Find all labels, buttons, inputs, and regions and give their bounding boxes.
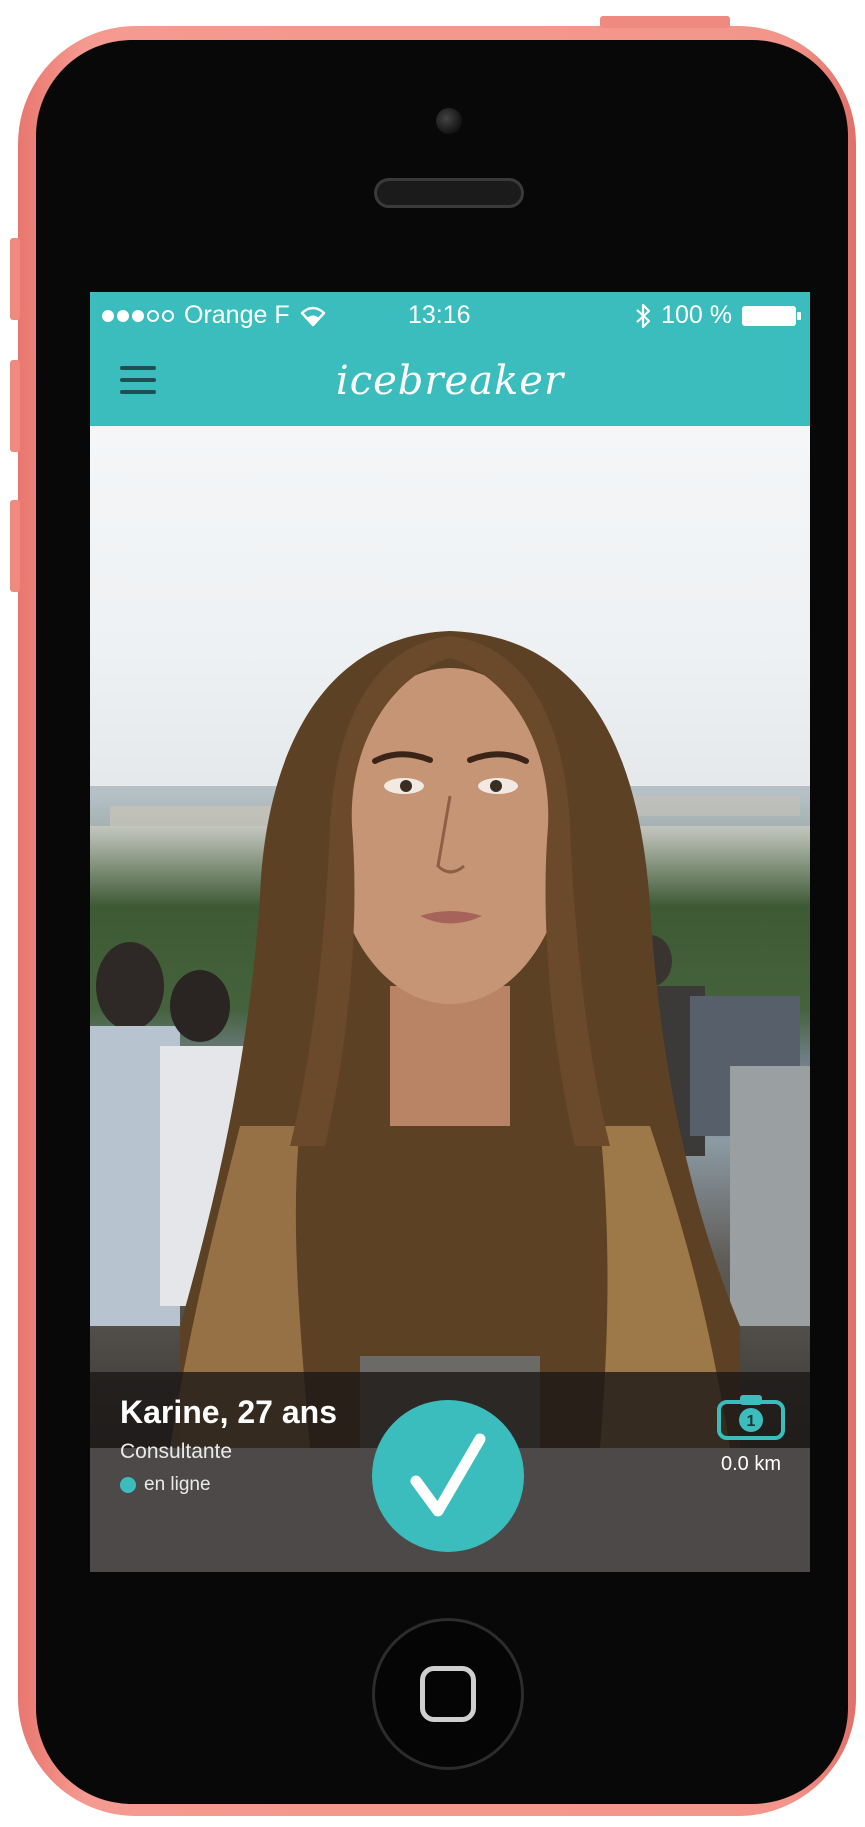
profile-photo-illustration — [90, 631, 810, 1448]
volume-up-button — [10, 360, 20, 452]
signal-dots — [102, 309, 174, 322]
profile-name-age: Karine, 27 ans — [120, 1394, 337, 1430]
profile-photo[interactable] — [90, 426, 810, 1448]
home-button[interactable] — [372, 1618, 524, 1770]
online-status-label: en ligne — [144, 1474, 211, 1495]
status-time: 13:16 — [408, 301, 471, 329]
battery-percent: 100 % — [661, 301, 732, 329]
distance-label: 0.0 km — [720, 1453, 782, 1475]
bluetooth-icon — [636, 303, 651, 328]
photo-count: 1 — [747, 1413, 756, 1430]
earpiece-speaker — [374, 178, 524, 208]
profile-occupation: Consultante — [120, 1440, 233, 1463]
distance-block: 1 0.0 km — [714, 1392, 788, 1476]
volume-down-button — [10, 500, 20, 592]
online-dot-icon — [120, 1477, 136, 1493]
nav-bar: icebreaker — [90, 338, 810, 426]
battery-icon — [742, 305, 801, 326]
camera-icon[interactable]: 1 — [716, 1392, 786, 1442]
online-status: en ligne — [120, 1474, 211, 1496]
silent-switch — [10, 238, 20, 320]
check-icon — [410, 1433, 486, 1517]
status-right-group: 100 % — [635, 301, 801, 330]
front-camera — [436, 108, 462, 134]
power-button — [600, 16, 730, 28]
carrier-group: Orange F — [102, 301, 326, 330]
like-button[interactable] — [372, 1400, 524, 1552]
status-bar: Orange F 13:16 100 % — [90, 292, 810, 338]
wifi-icon — [300, 306, 325, 326]
home-button-square-icon — [420, 1666, 476, 1722]
carrier-name: Orange F — [184, 301, 290, 329]
app-title: icebreaker — [335, 358, 565, 404]
app-screen: Orange F 13:16 100 % icebreaker Karine, … — [90, 292, 810, 1572]
